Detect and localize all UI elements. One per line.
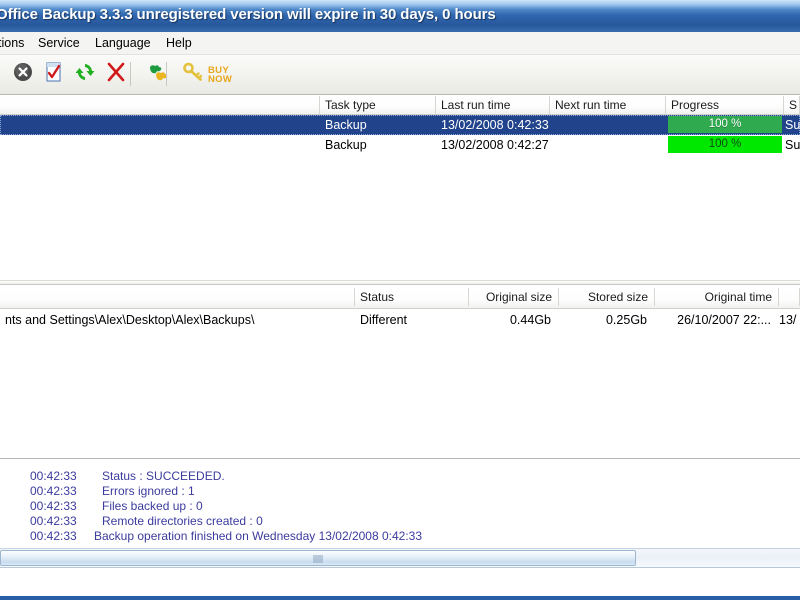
file-col-original-size[interactable]: Original size bbox=[469, 288, 559, 306]
panel-splitter-top[interactable] bbox=[0, 280, 800, 285]
file-col-status[interactable]: Status bbox=[355, 288, 469, 306]
application-window: Office Backup 3.3.3 unregistered version… bbox=[0, 0, 800, 600]
log-line: 00:42:33 Errors ignored : 1 bbox=[30, 484, 195, 498]
log-line-time: 00:42:33 bbox=[30, 529, 77, 543]
file-row[interactable]: nts and Settings\Alex\Desktop\Alex\Backu… bbox=[0, 310, 800, 330]
task-progress-label: 100 % bbox=[708, 138, 742, 150]
log-line-time: 00:42:33 bbox=[30, 514, 77, 528]
task-cell-next-run bbox=[550, 115, 666, 135]
menu-help[interactable]: Help bbox=[162, 35, 196, 51]
red-x-icon bbox=[104, 60, 128, 89]
file-list-header: Status Original size Stored size Original t… bbox=[0, 288, 800, 309]
log-line-text: Backup operation finished on Wednesday 1… bbox=[94, 529, 423, 543]
menu-bar: tions Service Language Help bbox=[0, 32, 800, 55]
task-cell-last-run: 13/02/2008 0:42:33 bbox=[441, 118, 549, 132]
task-col-name[interactable] bbox=[0, 96, 320, 114]
log-line-text: Errors ignored : 1 bbox=[102, 484, 195, 498]
task-col-progress[interactable]: Progress bbox=[666, 96, 784, 114]
log-panel[interactable]: 00:42:33 Status : SUCCEEDED. 00:42:33 Error… bbox=[0, 458, 800, 546]
log-line: 00:42:33 Files backed up : 0 bbox=[30, 499, 203, 513]
file-cell-path: nts and Settings\Alex\Desktop\Alex\Backu… bbox=[5, 313, 255, 327]
task-col-status[interactable]: S bbox=[784, 96, 800, 114]
delete-task-button[interactable] bbox=[101, 59, 131, 89]
refresh-arrows-icon bbox=[73, 60, 97, 89]
log-line: 00:42:33 Backup operation finished on Wed… bbox=[30, 529, 422, 543]
scrollbar-thumb[interactable] bbox=[0, 550, 636, 566]
menu-service[interactable]: Service bbox=[34, 35, 84, 51]
status-bar bbox=[0, 569, 800, 600]
scrollbar-grip-icon bbox=[313, 555, 323, 563]
edit-task-button[interactable] bbox=[39, 59, 69, 89]
log-line: 00:42:33 Status : SUCCEEDED. bbox=[30, 469, 225, 483]
file-col-path[interactable] bbox=[0, 288, 355, 306]
log-line-text: Files backed up : 0 bbox=[102, 499, 203, 513]
log-line-text: Remote directories created : 0 bbox=[102, 514, 263, 528]
file-cell-original-size: 0.44Gb bbox=[509, 313, 551, 327]
stop-circle-icon bbox=[11, 60, 35, 89]
task-cell-next-run bbox=[550, 135, 666, 155]
menu-options[interactable]: tions bbox=[0, 35, 28, 51]
file-cell-stored-time: 13/ bbox=[779, 313, 797, 327]
file-col-stored-time[interactable] bbox=[779, 288, 800, 306]
buy-now-line2: NOW bbox=[208, 74, 233, 85]
task-col-type[interactable]: Task type bbox=[320, 96, 436, 114]
key-icon bbox=[181, 60, 205, 89]
task-cell-last-run: 13/02/2008 0:42:27 bbox=[441, 138, 549, 152]
title-bar: Office Backup 3.3.3 unregistered version… bbox=[0, 0, 800, 32]
task-progress-bar: 100 % bbox=[668, 116, 782, 133]
menu-language[interactable]: Language bbox=[91, 35, 155, 51]
task-cell-name bbox=[0, 135, 320, 155]
task-cell-status: Su bbox=[785, 118, 800, 132]
file-cell-original-time: 26/10/2007 22:... bbox=[677, 313, 771, 327]
task-cell-type: Backup bbox=[325, 118, 367, 132]
task-progress-bar: 100 % bbox=[668, 136, 782, 153]
file-cell-status: Different bbox=[360, 313, 408, 327]
file-col-original-time[interactable]: Original time bbox=[655, 288, 779, 306]
plugins-button[interactable] bbox=[143, 59, 173, 89]
task-cell-status: Su bbox=[785, 138, 800, 152]
task-list-header: Task type Last run time Next run time Progr… bbox=[0, 96, 800, 115]
task-row[interactable]: Backup 13/02/2008 0:42:33 100 % Su bbox=[0, 115, 800, 135]
stop-button[interactable] bbox=[8, 59, 38, 89]
horizontal-scrollbar[interactable] bbox=[0, 548, 800, 568]
task-progress-label: 100 % bbox=[708, 118, 742, 130]
task-col-last-run[interactable]: Last run time bbox=[436, 96, 550, 114]
task-row[interactable]: Backup 13/02/2008 0:42:27 100 % Su bbox=[0, 135, 800, 155]
task-cell-type: Backup bbox=[325, 138, 367, 152]
file-cell-stored-size: 0.25Gb bbox=[605, 313, 647, 327]
file-col-stored-size[interactable]: Stored size bbox=[559, 288, 655, 306]
task-col-next-run[interactable]: Next run time bbox=[550, 96, 666, 114]
log-line-time: 00:42:33 bbox=[30, 499, 77, 513]
window-title: Office Backup 3.3.3 unregistered version… bbox=[0, 6, 496, 23]
log-line: 00:42:33 Remote directories created : 0 bbox=[30, 514, 263, 528]
file-list-panel[interactable]: Status Original size Stored size Original t… bbox=[0, 288, 800, 456]
buy-now-label[interactable]: BUY NOW bbox=[208, 66, 233, 85]
toolbar: BUY NOW bbox=[0, 55, 800, 95]
log-line-time: 00:42:33 bbox=[30, 469, 77, 483]
log-line-time: 00:42:33 bbox=[30, 484, 77, 498]
toolbar-separator-1 bbox=[130, 62, 131, 86]
task-list-panel[interactable]: Task type Last run time Next run time Progr… bbox=[0, 96, 800, 280]
run-task-button[interactable] bbox=[70, 59, 100, 89]
toolbar-separator-2 bbox=[166, 62, 167, 86]
register-button[interactable] bbox=[178, 59, 208, 89]
document-check-icon bbox=[42, 60, 66, 89]
task-cell-name bbox=[0, 115, 320, 135]
log-line-text: Status : SUCCEEDED. bbox=[102, 469, 225, 483]
